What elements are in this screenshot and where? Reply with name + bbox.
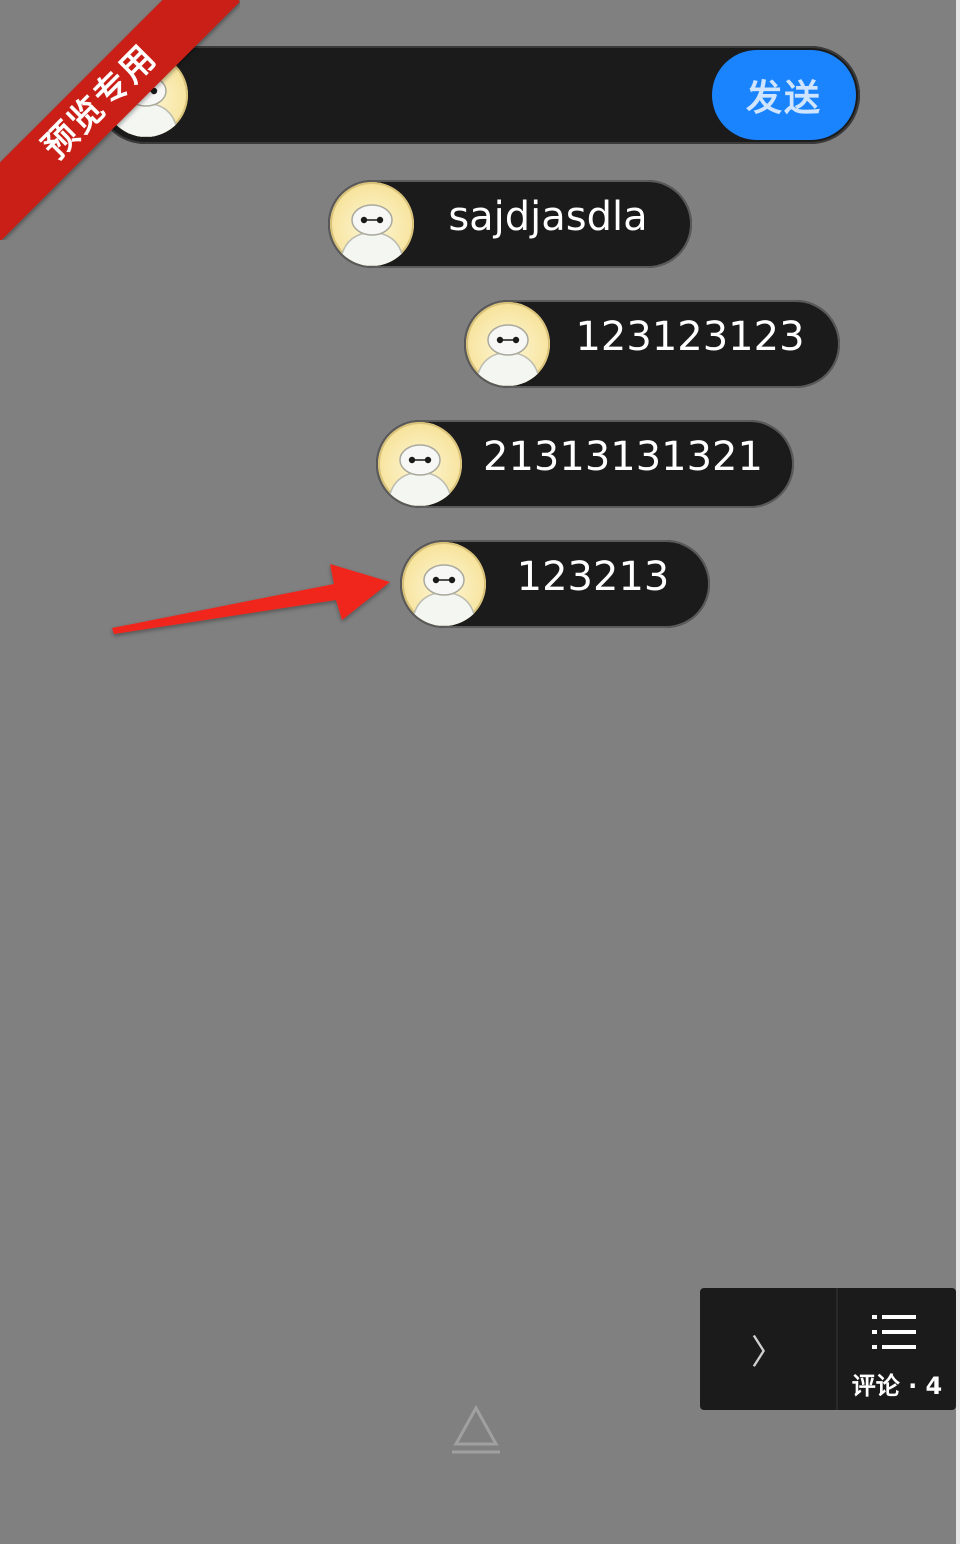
comment-text: 21313131321	[483, 434, 763, 480]
comments-toggle-button[interactable]: 评论 · 4	[838, 1288, 956, 1410]
baymax-avatar-icon	[475, 324, 541, 386]
watermark-logo-icon	[452, 1404, 500, 1454]
comment-text: 123213	[516, 554, 670, 600]
baymax-avatar-icon	[387, 444, 453, 506]
comment-input-bar: 发送	[96, 46, 860, 144]
expand-panel-button[interactable]: 〉	[700, 1288, 836, 1410]
comment-text: 123123123	[575, 314, 805, 360]
commenter-avatar	[466, 302, 550, 386]
right-edge-strip	[956, 0, 960, 1544]
current-user-avatar	[104, 53, 188, 137]
commenter-avatar	[402, 542, 486, 626]
comment-bubble: 21313131321	[376, 420, 794, 508]
comments-count-label: 评论 · 4	[851, 1372, 943, 1400]
annotation-arrow-icon	[112, 564, 390, 634]
baymax-avatar-icon	[339, 204, 405, 266]
baymax-avatar-icon	[411, 564, 477, 626]
send-button[interactable]: 发送	[712, 50, 856, 140]
comment-text: sajdjasdla	[448, 194, 648, 240]
comment-bubble: 123123123	[464, 300, 840, 388]
commenter-avatar	[378, 422, 462, 506]
list-icon	[872, 1315, 916, 1349]
comment-bubble: sajdjasdla	[328, 180, 692, 268]
commenter-avatar	[330, 182, 414, 266]
chevron-right-icon: 〉	[751, 1332, 785, 1373]
comment-input[interactable]	[196, 68, 700, 124]
comment-side-panel: 〉 评论 · 4	[700, 1288, 956, 1410]
baymax-avatar-icon	[113, 75, 179, 137]
comment-bubble: 123213	[400, 540, 710, 628]
